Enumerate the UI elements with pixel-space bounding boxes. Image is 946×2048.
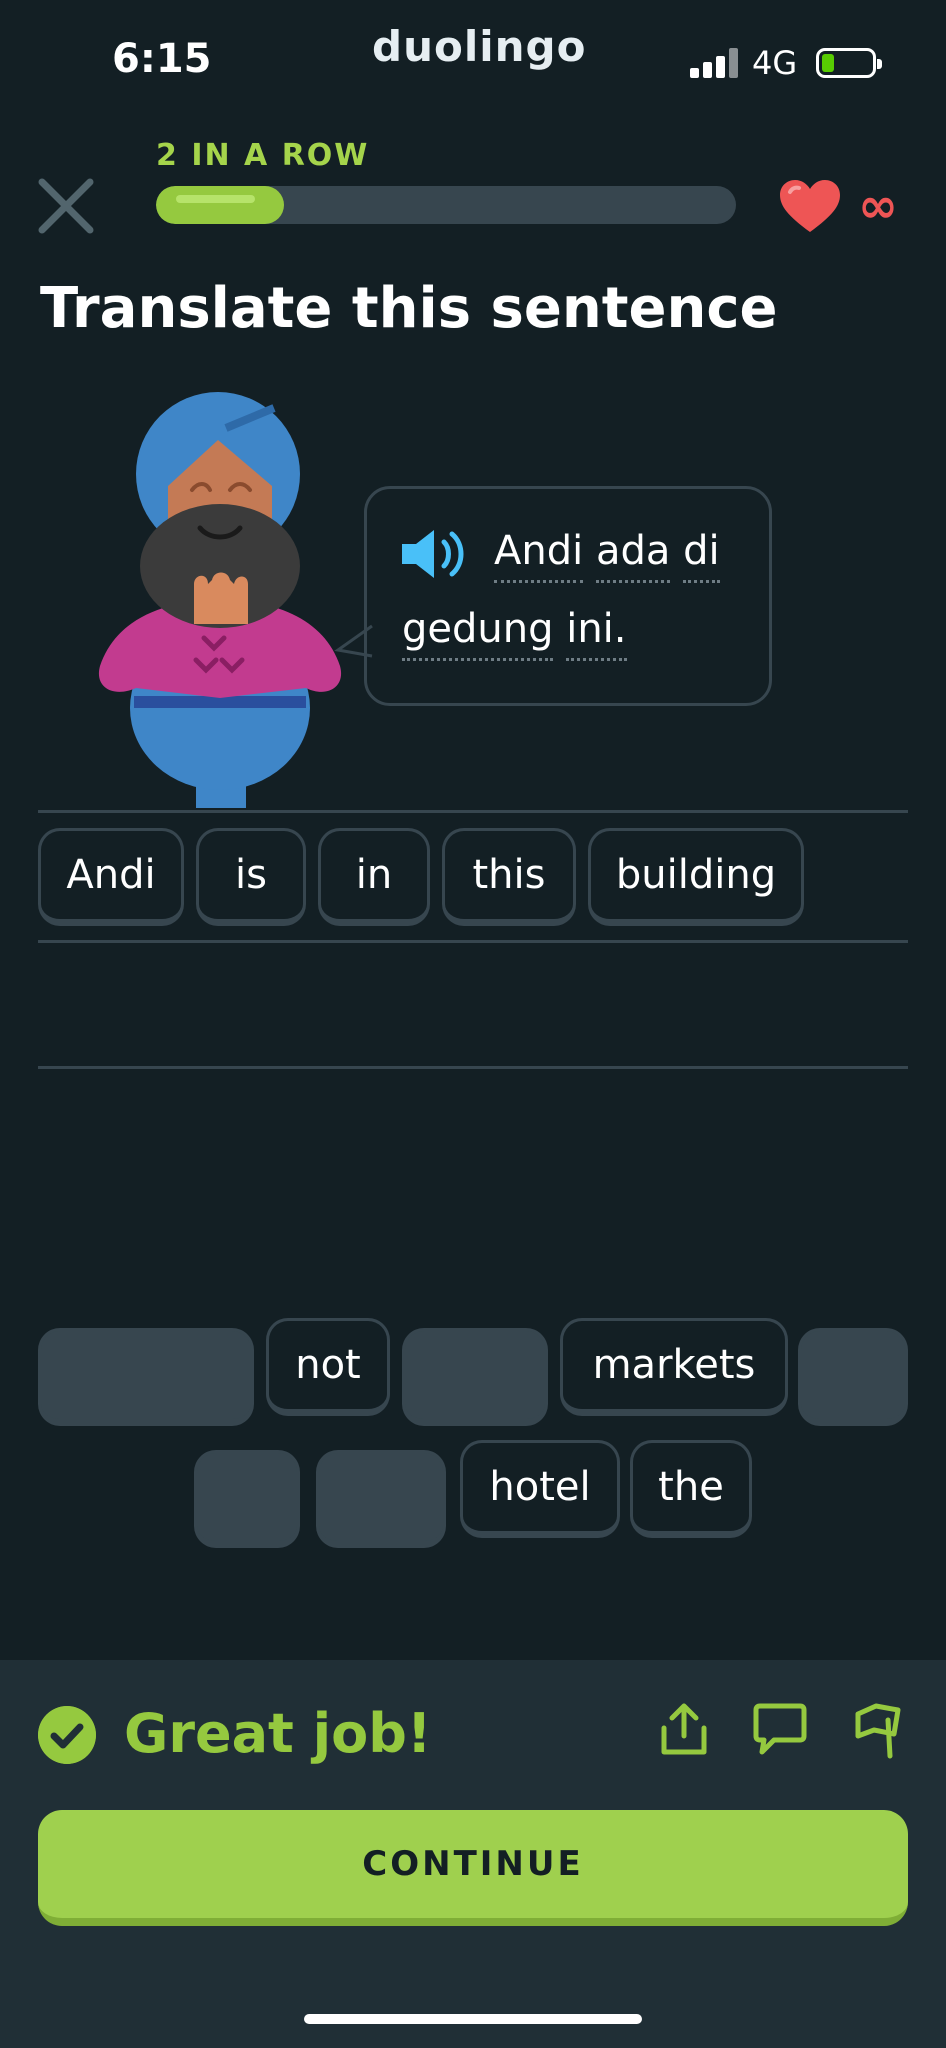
progress-shine — [176, 195, 256, 203]
answer-tile[interactable]: this — [442, 828, 576, 926]
prompt-word[interactable]: gedung — [402, 606, 554, 661]
progress-bar — [156, 186, 736, 224]
share-icon[interactable] — [654, 1700, 714, 1760]
feedback-message: Great job! — [124, 1702, 432, 1765]
word-bank-tile[interactable]: not — [266, 1318, 390, 1416]
prompt-word[interactable]: Andi — [494, 528, 584, 583]
check-icon — [38, 1706, 96, 1764]
prompt-word[interactable]: di — [683, 528, 720, 583]
answer-line-bottom — [38, 1066, 908, 1069]
answer-line-middle — [38, 940, 908, 943]
word-bank-slot-empty — [402, 1328, 548, 1426]
word-bank-slot-empty — [194, 1450, 300, 1548]
answer-tile[interactable]: in — [318, 828, 430, 926]
home-indicator[interactable] — [304, 2014, 642, 2024]
brand-logo: duolingo — [372, 22, 587, 71]
answer-tile[interactable]: is — [196, 828, 306, 926]
answer-tile[interactable]: Andi — [38, 828, 184, 926]
prompt-word[interactable]: ini. — [566, 606, 627, 661]
word-bank-slot-empty — [316, 1450, 446, 1548]
continue-button[interactable]: CONTINUE — [38, 1810, 908, 1926]
progress-fill — [156, 186, 284, 224]
heart-icon — [780, 180, 840, 232]
speaker-icon[interactable] — [400, 526, 470, 582]
word-bank-tile[interactable]: the — [630, 1440, 752, 1538]
prompt-word[interactable]: ada — [595, 528, 671, 583]
word-bank-tile[interactable]: markets — [560, 1318, 788, 1416]
character-illustration — [98, 392, 342, 808]
flag-icon[interactable] — [848, 1700, 908, 1760]
answer-line-top — [38, 810, 908, 813]
streak-label: 2 IN A ROW — [156, 138, 370, 173]
page-title: Translate this sentence — [40, 276, 778, 341]
speech-bubble — [364, 486, 772, 706]
word-bank-tile[interactable]: hotel — [460, 1440, 620, 1538]
word-bank-slot-empty — [798, 1328, 908, 1426]
word-bank-slot-empty — [38, 1328, 254, 1426]
signal-icon — [690, 48, 740, 78]
status-time: 6:15 — [112, 36, 212, 82]
network-label: 4G — [752, 44, 798, 82]
comment-icon[interactable] — [750, 1700, 810, 1760]
battery-icon — [816, 48, 882, 78]
prompt-line-1: Andi ada di — [494, 528, 720, 583]
prompt-line-2: gedung ini. — [402, 606, 627, 661]
lives-count: ∞ — [858, 178, 898, 234]
answer-tile[interactable]: building — [588, 828, 804, 926]
close-icon[interactable] — [36, 176, 96, 236]
